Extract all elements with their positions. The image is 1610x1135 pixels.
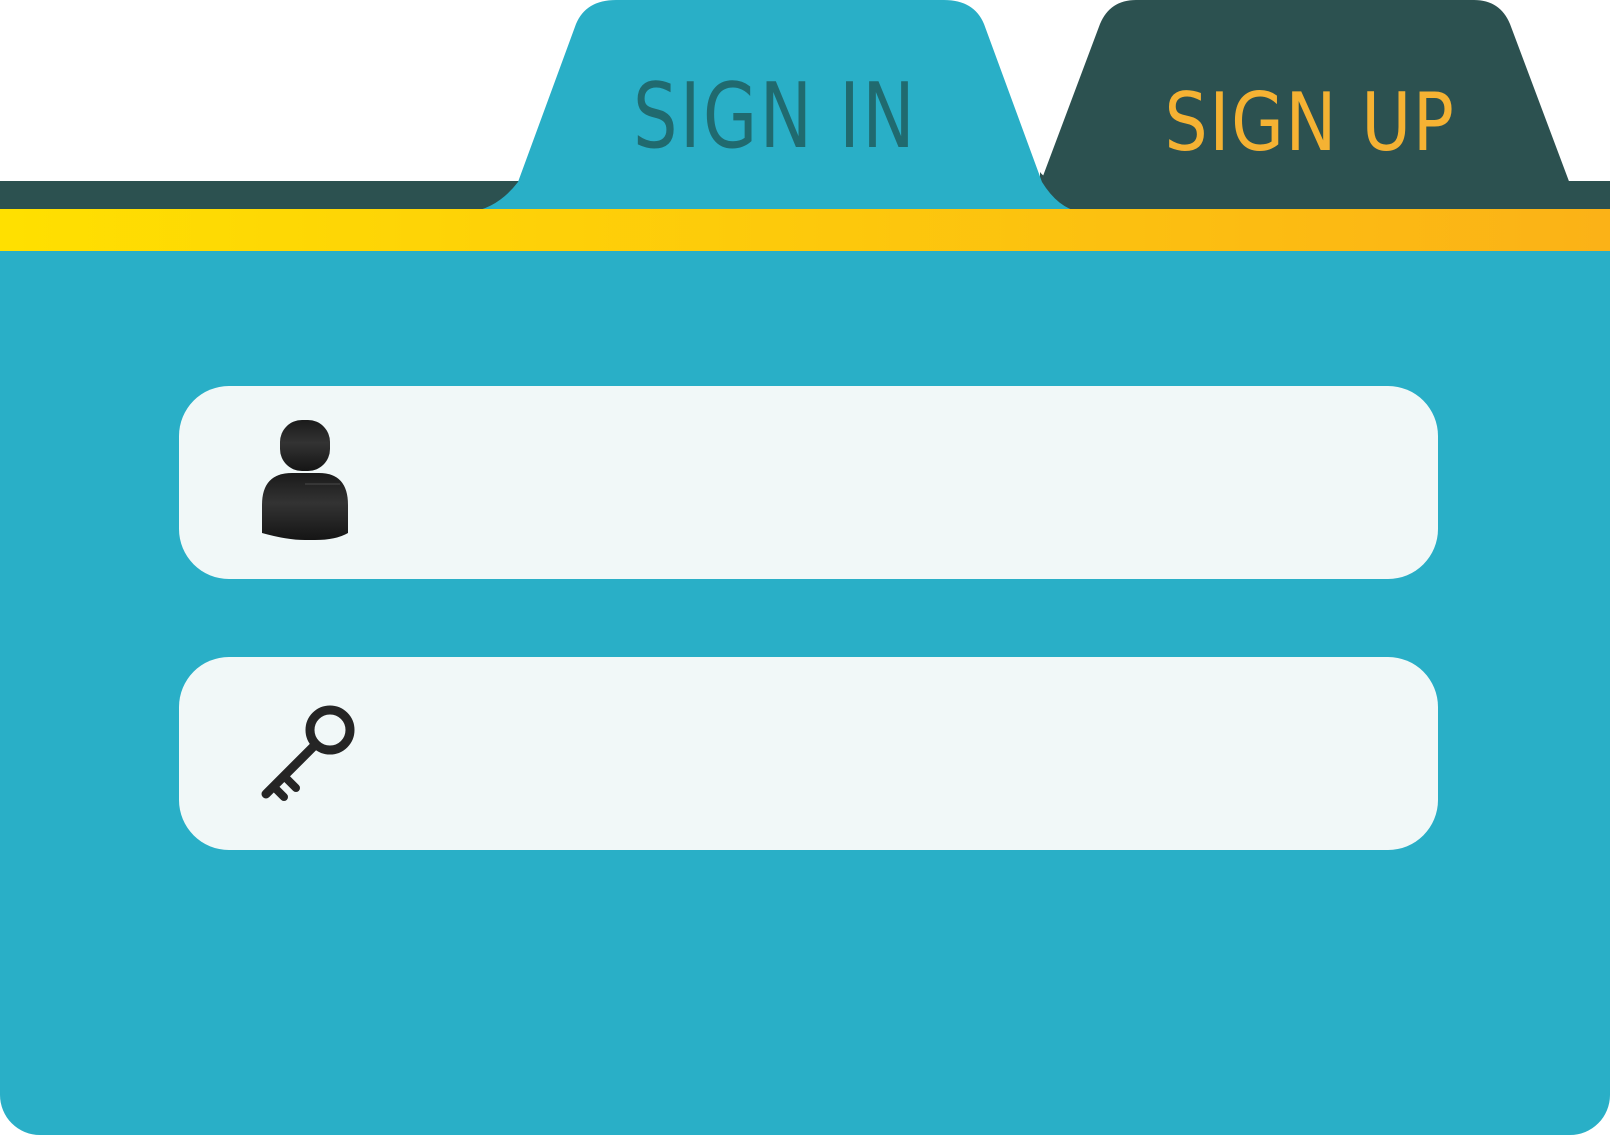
username-input[interactable]	[409, 426, 1393, 541]
tab-sign-in[interactable]: SIGN IN	[470, 0, 1080, 212]
password-input[interactable]	[409, 697, 1393, 812]
username-field[interactable]	[179, 386, 1438, 579]
tab-sign-up[interactable]: SIGN UP	[1040, 0, 1580, 184]
accent-bar	[0, 209, 1610, 251]
key-icon	[261, 705, 355, 801]
tab-sign-in-label: SIGN IN	[632, 64, 918, 169]
password-field[interactable]	[179, 657, 1438, 850]
sign-in-card: SIGN UP SIGN IN	[0, 0, 1610, 1135]
user-icon	[262, 420, 348, 540]
tab-sign-up-label: SIGN UP	[1164, 76, 1456, 169]
